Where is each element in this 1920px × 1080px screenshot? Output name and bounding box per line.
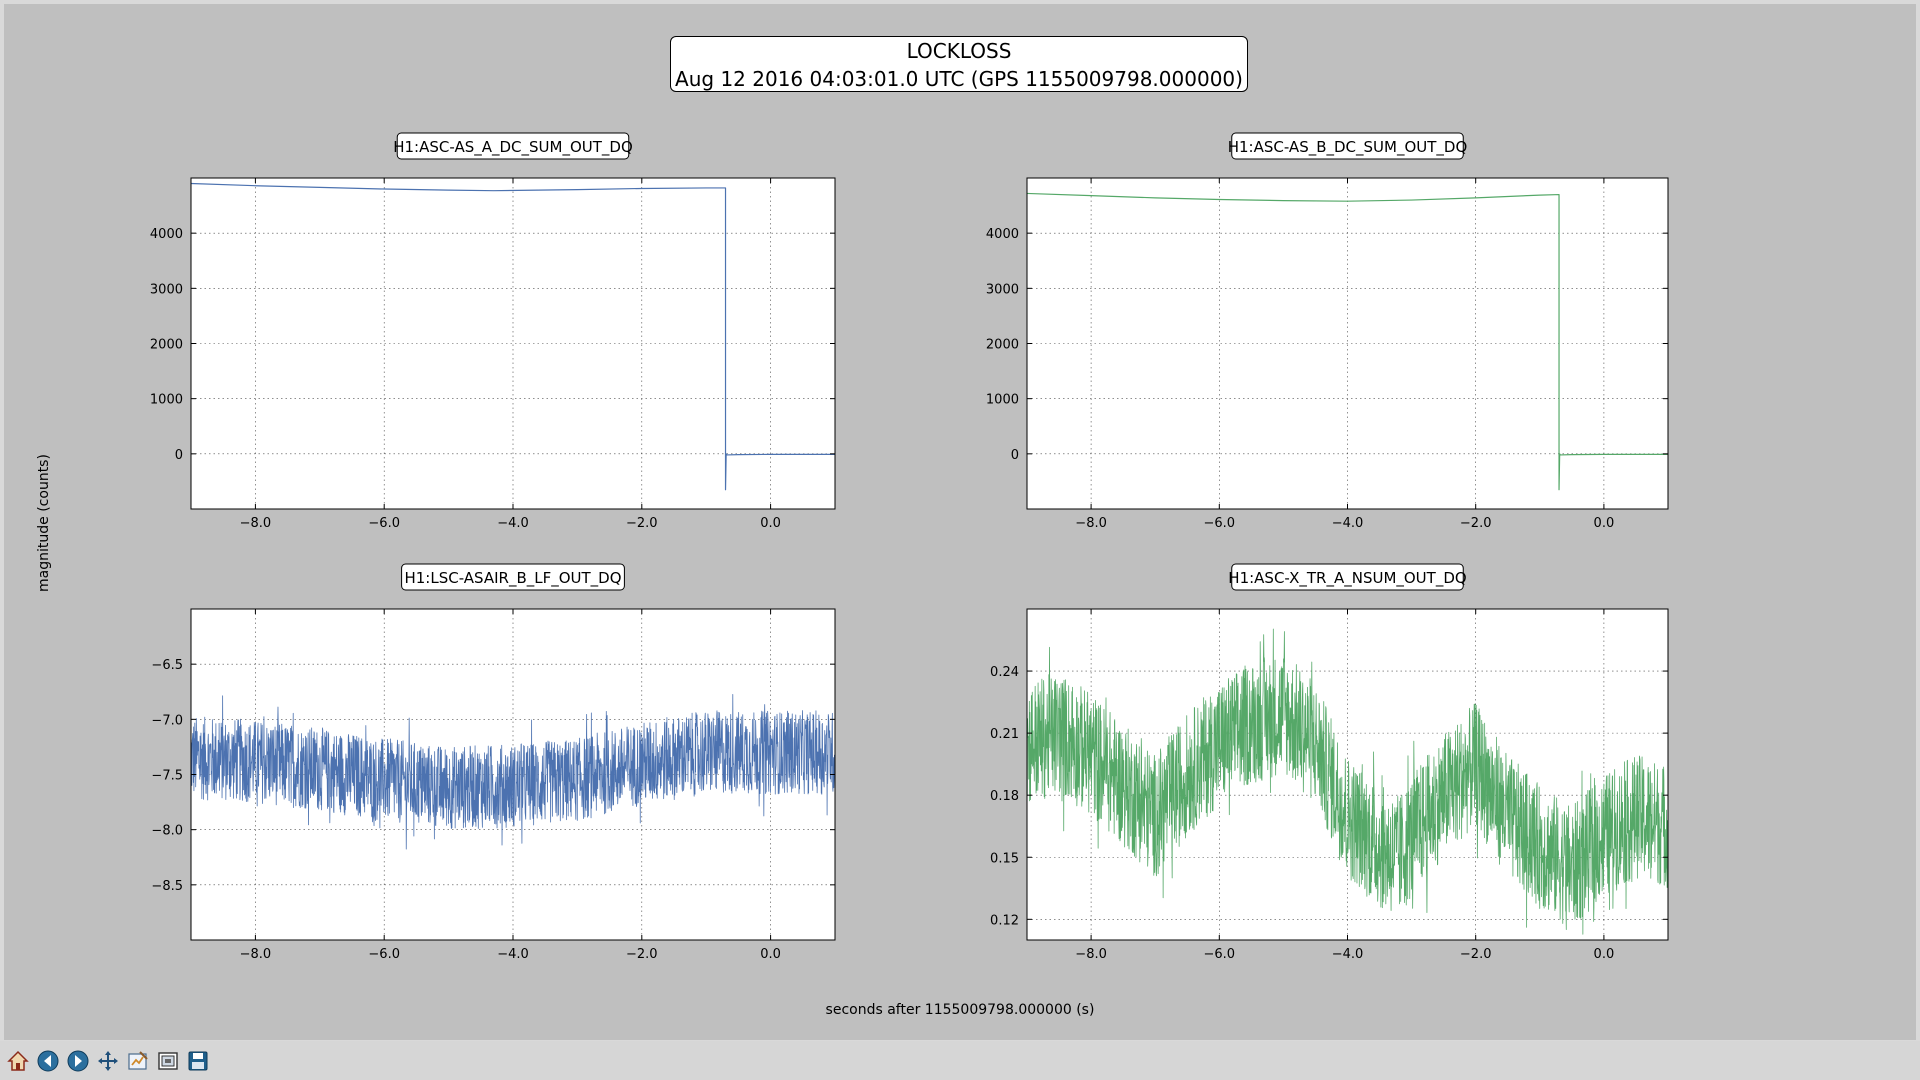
y-tick-label: 0.24	[990, 665, 1019, 680]
subplot-title: H1:ASC-AS_A_DC_SUM_OUT_DQ	[393, 138, 633, 157]
save-icon	[188, 1051, 208, 1070]
x-tick-label: −2.0	[626, 516, 658, 531]
y-tick-label: 2000	[986, 338, 1019, 353]
y-tick-label: 3000	[150, 282, 183, 297]
x-tick-label: −6.0	[368, 947, 400, 962]
x-tick-label: −6.0	[1204, 947, 1236, 962]
x-tick-label: −6.0	[368, 516, 400, 531]
x-tick-label: −8.0	[1075, 516, 1107, 531]
y-tick-label: 1000	[150, 393, 183, 408]
subplot-title: H1:ASC-AS_B_DC_SUM_OUT_DQ	[1228, 138, 1468, 157]
configure-subplots-button[interactable]	[124, 1046, 152, 1076]
x-tick-label: −2.0	[626, 947, 658, 962]
x-tick-label: 0.0	[1594, 516, 1615, 531]
figure-subtitle: Aug 12 2016 04:03:01.0 UTC (GPS 11550097…	[675, 67, 1243, 91]
home-button[interactable]	[4, 1046, 32, 1076]
y-tick-label: −8.5	[151, 879, 183, 894]
y-tick-label: 0.12	[990, 913, 1019, 928]
back-icon	[37, 1050, 59, 1071]
x-axis-label: seconds after 1155009798.000000 (s)	[826, 1002, 1095, 1018]
figure-title: LOCKLOSS	[906, 39, 1012, 63]
save-button[interactable]	[184, 1046, 212, 1076]
x-tick-label: 0.0	[760, 516, 781, 531]
y-tick-label: 3000	[986, 282, 1019, 297]
zoom-rect-icon	[158, 1051, 178, 1070]
x-tick-label: 0.0	[760, 947, 781, 962]
x-tick-label: −8.0	[1075, 947, 1107, 962]
x-tick-label: −2.0	[1460, 947, 1492, 962]
forward-button[interactable]	[64, 1046, 92, 1076]
x-tick-label: −4.0	[497, 516, 529, 531]
figure-svg: −8.0 −6.0 −4.0 −2.0 0.0 0 1000 2000 3000 4000 H1:A…	[36, 132, 1669, 1018]
y-tick-label: 1000	[986, 393, 1019, 408]
y-tick-label: −7.5	[151, 769, 183, 784]
back-button[interactable]	[34, 1046, 62, 1076]
home-icon	[7, 1050, 29, 1071]
x-tick-label: −2.0	[1460, 516, 1492, 531]
x-tick-label: −8.0	[240, 516, 272, 531]
pan-button[interactable]	[94, 1046, 122, 1076]
x-tick-label: −4.0	[497, 947, 529, 962]
forward-icon	[67, 1050, 89, 1071]
y-axis-label: magnitude (counts)	[36, 454, 52, 592]
x-tick-label: 0.0	[1594, 947, 1615, 962]
y-tick-label: −7.0	[151, 713, 183, 728]
x-tick-label: −4.0	[1332, 947, 1364, 962]
toolbar	[0, 1041, 1920, 1080]
x-tick-label: −4.0	[1332, 516, 1364, 531]
zoom-rect-button[interactable]	[154, 1046, 182, 1076]
y-tick-label: 0	[175, 448, 183, 463]
figure-title-box: LOCKLOSS Aug 12 2016 04:03:01.0 UTC (GPS…	[670, 36, 1248, 92]
y-tick-label: 4000	[150, 227, 183, 242]
y-tick-label: 0.18	[990, 789, 1019, 804]
figure-window: −8.0 −6.0 −4.0 −2.0 0.0 0 1000 2000 3000 4000 H1:A…	[0, 0, 1920, 1041]
x-tick-label: −8.0	[240, 947, 272, 962]
configure-subplots-icon	[128, 1050, 148, 1070]
subplot-title: H1:ASC-X_TR_A_NSUM_OUT_DQ	[1228, 569, 1466, 588]
y-tick-label: 4000	[986, 227, 1019, 242]
y-tick-label: 0	[1011, 448, 1019, 463]
y-tick-label: 0.21	[990, 727, 1019, 742]
y-tick-label: −8.0	[151, 824, 183, 839]
y-tick-label: 0.15	[990, 851, 1019, 866]
y-tick-label: −6.5	[151, 658, 183, 673]
subplot-title: H1:LSC-ASAIR_B_LF_OUT_DQ	[404, 569, 621, 588]
y-tick-label: 2000	[150, 338, 183, 353]
pan-icon	[98, 1050, 118, 1071]
x-tick-label: −6.0	[1204, 516, 1236, 531]
